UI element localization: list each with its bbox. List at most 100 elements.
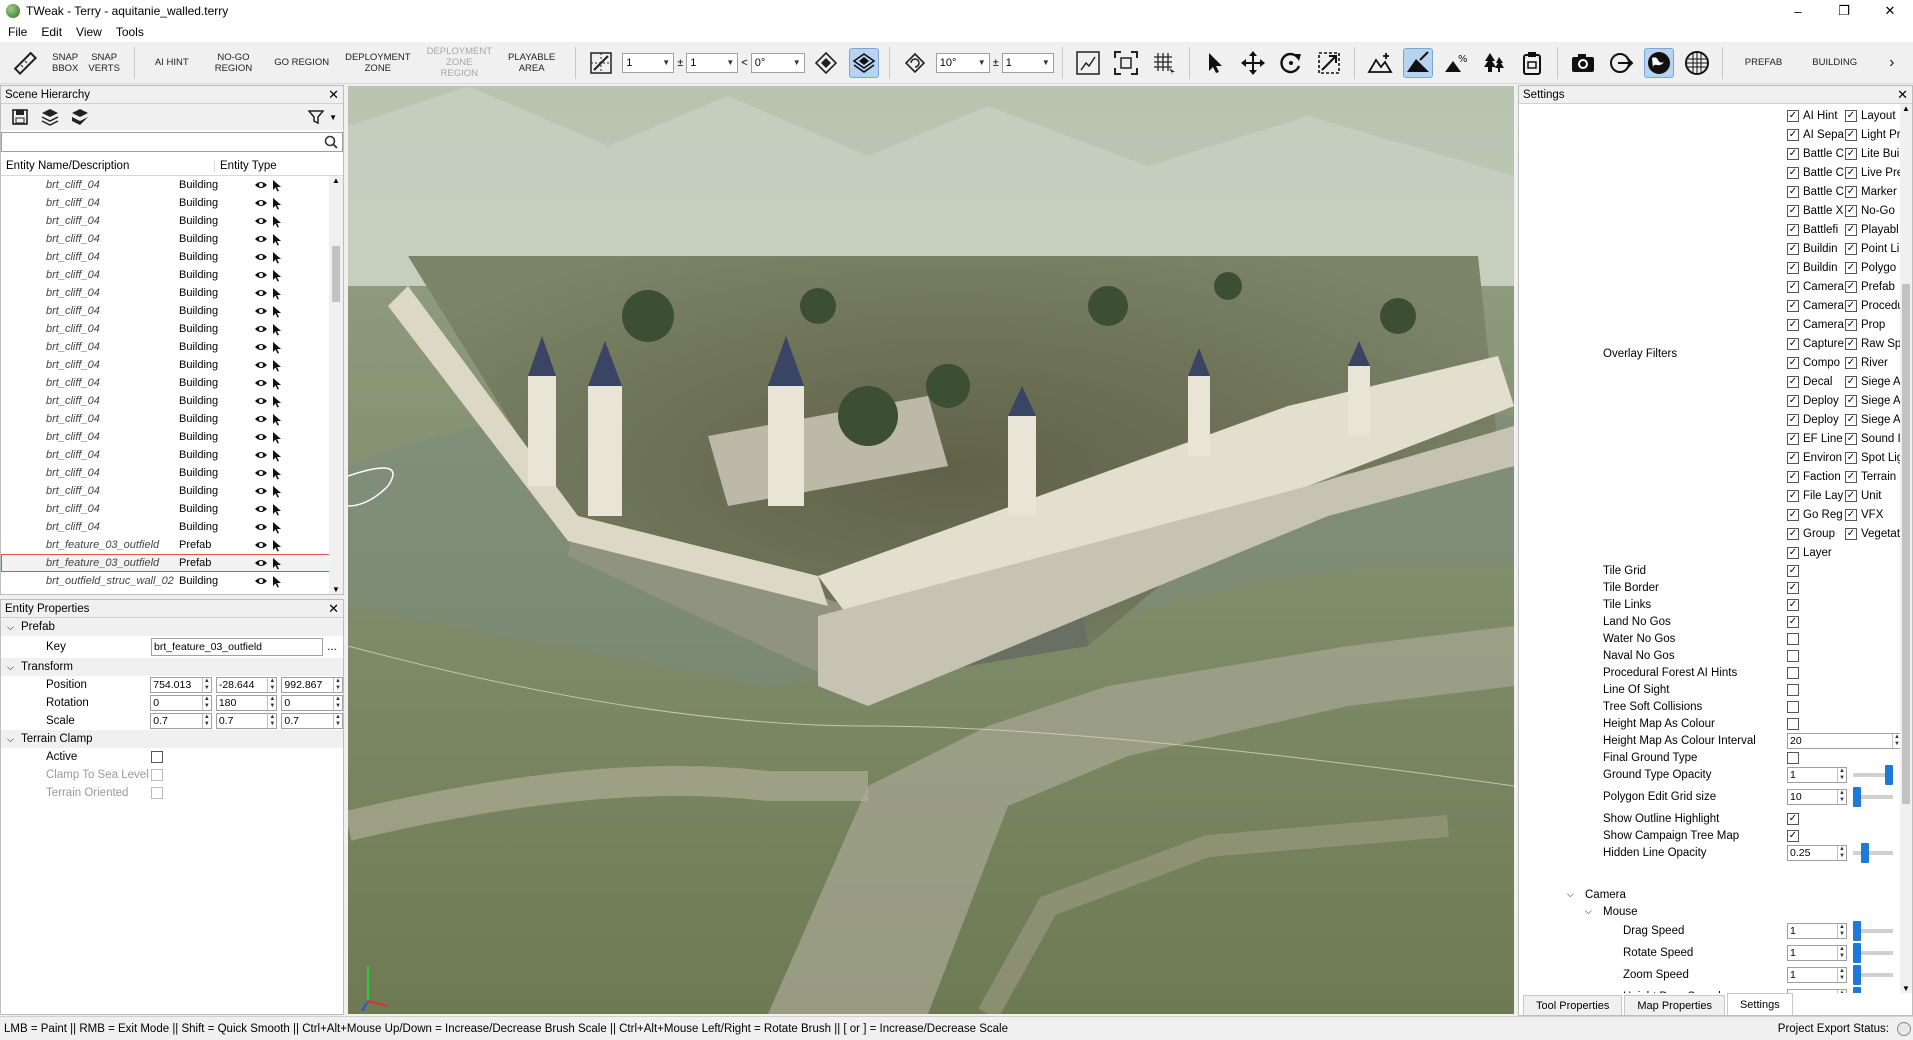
setting-slider[interactable] [1853, 965, 1893, 985]
terrain-clamp-group-header[interactable]: ⌵ Terrain Clamp [1, 730, 343, 748]
overlay-filter-item[interactable]: ✓ Layer [1787, 546, 1845, 559]
mouse-group-header[interactable]: ⌵ Mouse [1585, 903, 1885, 920]
overlay-filter-checkbox[interactable]: ✓ [1787, 299, 1799, 312]
table-row[interactable]: brt_cliff_04 Building [1, 212, 343, 230]
terrain-flatten-icon[interactable]: % [1441, 48, 1471, 78]
table-row[interactable]: brt_cliff_04 Building [1, 320, 343, 338]
vertex-snap-icon[interactable] [811, 48, 841, 78]
table-row[interactable]: brt_feature_03_outfield Prefab [1, 554, 343, 572]
setting-number-input[interactable]: 20 ▲ ▼ [1787, 732, 1902, 749]
overlay-filter-item[interactable]: ✓ Raw Sp [1845, 337, 1903, 350]
table-row[interactable]: brt_cliff_04 Building [1, 500, 343, 518]
spin-arrows-icon[interactable]: ▲▼ [332, 696, 342, 710]
active-checkbox[interactable] [151, 751, 163, 763]
scrollbar-down-arrow[interactable]: ▼ [1900, 984, 1912, 993]
select-cursor-icon[interactable] [269, 485, 285, 498]
setting-checkbox[interactable]: ✓ [1787, 812, 1799, 825]
minimize-button[interactable]: – [1775, 0, 1821, 22]
overlay-filter-checkbox[interactable]: ✓ [1787, 204, 1799, 217]
globe-view-icon[interactable] [1643, 47, 1674, 78]
overlay-filter-item[interactable]: ✓ Battle C [1787, 166, 1845, 179]
prefab-button[interactable]: PREFAB [1745, 57, 1783, 68]
setting-slider[interactable] [1853, 943, 1893, 963]
overlay-filter-item[interactable]: ✓ Deploy [1787, 394, 1845, 407]
slider-thumb[interactable] [1861, 843, 1869, 863]
overlay-filter-checkbox[interactable]: ✓ [1787, 147, 1799, 160]
playable-area-button[interactable]: PLAYABLE AREA [508, 52, 555, 74]
overlay-filter-checkbox[interactable]: ✓ [1787, 223, 1799, 236]
ruler-tool-icon[interactable] [10, 48, 40, 78]
ai-hint-button[interactable]: AI HINT [155, 57, 189, 68]
chevron-down-icon[interactable]: ▼ [329, 113, 337, 122]
select-cursor-icon[interactable] [269, 539, 285, 552]
setting-slider[interactable] [1853, 921, 1893, 941]
setting-checkbox[interactable] [1787, 666, 1799, 679]
select-cursor-icon[interactable] [269, 233, 285, 246]
select-cursor-icon[interactable] [269, 323, 285, 336]
setting-checkbox[interactable] [1787, 700, 1799, 713]
overlay-filter-item[interactable]: ✓ Deploy [1787, 413, 1845, 426]
terrain-smooth-icon[interactable] [1402, 47, 1433, 78]
table-row[interactable]: brt_cliff_04 Building [1, 356, 343, 374]
scale-x-input[interactable]: 0.7 ▲ ▼ [150, 713, 212, 729]
visibility-eye-icon[interactable] [253, 504, 269, 514]
settings-scrollbar[interactable]: ▲ ▼ [1900, 104, 1912, 993]
overlay-filter-checkbox[interactable]: ✓ [1787, 394, 1799, 407]
rotation-snap-icon[interactable] [900, 48, 930, 78]
table-row[interactable]: brt_cliff_04 Building [1, 374, 343, 392]
setting-slider[interactable] [1853, 787, 1893, 807]
rotation-x-input[interactable]: 0 ▲ ▼ [150, 695, 212, 711]
visibility-eye-icon[interactable] [253, 486, 269, 496]
overlay-filter-item[interactable]: ✓ Playabl [1845, 223, 1903, 236]
table-row[interactable]: brt_cliff_04 Building [1, 392, 343, 410]
toolbar-overflow-button[interactable]: › [1889, 55, 1894, 71]
visibility-eye-icon[interactable] [253, 396, 269, 406]
select-cursor-icon[interactable] [269, 377, 285, 390]
overlay-filter-checkbox[interactable]: ✓ [1787, 242, 1799, 255]
setting-number-input[interactable]: 1▲▼ [1787, 922, 1847, 939]
column-header-name[interactable]: Entity Name/Description [1, 159, 215, 172]
overlay-filter-checkbox[interactable]: ✓ [1787, 109, 1799, 122]
select-cursor-icon[interactable] [269, 413, 285, 426]
spin-arrows-icon[interactable]: ▲▼ [1837, 767, 1846, 782]
tree-brush-icon[interactable] [1479, 48, 1509, 78]
terrain-raise-icon[interactable] [1365, 48, 1395, 78]
spin-arrows-icon[interactable]: ▲▼ [267, 714, 276, 728]
tab-tool-properties[interactable]: Tool Properties [1523, 995, 1623, 1015]
close-icon[interactable]: ✕ [1897, 87, 1908, 103]
search-icon[interactable] [324, 135, 338, 152]
spin-arrows-icon[interactable]: ▲▼ [1837, 989, 1846, 993]
overlay-filter-checkbox[interactable]: ✓ [1845, 223, 1857, 236]
chevron-down-icon[interactable]: ⌵ [1, 662, 21, 673]
scrollbar-thumb[interactable] [1902, 284, 1910, 804]
setting-checkbox[interactable]: ✓ [1787, 829, 1799, 842]
overlay-filter-checkbox[interactable]: ✓ [1787, 375, 1799, 388]
table-row[interactable]: brt_cliff_04 Building [1, 410, 343, 428]
wireframe-globe-icon[interactable] [1682, 48, 1712, 78]
visibility-eye-icon[interactable] [253, 216, 269, 226]
select-cursor-icon[interactable] [269, 215, 285, 228]
overlay-filter-item[interactable]: ✓ Procedu [1845, 299, 1903, 312]
table-row[interactable]: brt_cliff_04 Building [1, 194, 343, 212]
overlay-filter-checkbox[interactable]: ✓ [1845, 527, 1857, 540]
table-row[interactable]: brt_cliff_04 Building [1, 230, 343, 248]
table-row[interactable]: brt_cliff_04 Building [1, 284, 343, 302]
overlay-filter-checkbox[interactable]: ✓ [1787, 261, 1799, 274]
overlay-filter-item[interactable]: ✓ Battle C [1787, 147, 1845, 160]
select-cursor-icon[interactable] [269, 557, 285, 570]
setting-checkbox[interactable] [1787, 751, 1799, 764]
overlay-filter-item[interactable]: ✓ File Lay [1787, 489, 1845, 502]
hierarchy-search-input[interactable] [1, 132, 343, 152]
overlay-filter-checkbox[interactable]: ✓ [1787, 432, 1799, 445]
overlay-filter-checkbox[interactable]: ✓ [1845, 128, 1857, 141]
terrain-oriented-checkbox[interactable] [151, 787, 163, 799]
select-cursor-icon[interactable] [269, 467, 285, 480]
grid-step-select[interactable]: 1 ▼ [686, 52, 739, 73]
overlay-filter-checkbox[interactable]: ✓ [1845, 356, 1857, 369]
overlay-filter-item[interactable]: ✓ Decal [1787, 375, 1845, 388]
tab-settings[interactable]: Settings [1726, 993, 1793, 1015]
spin-arrows-icon[interactable]: ▲▼ [267, 678, 276, 692]
hierarchy-scrollbar[interactable]: ▲ ▼ [329, 176, 343, 594]
visibility-eye-icon[interactable] [253, 522, 269, 532]
scrollbar-up-arrow[interactable]: ▲ [1900, 104, 1912, 113]
